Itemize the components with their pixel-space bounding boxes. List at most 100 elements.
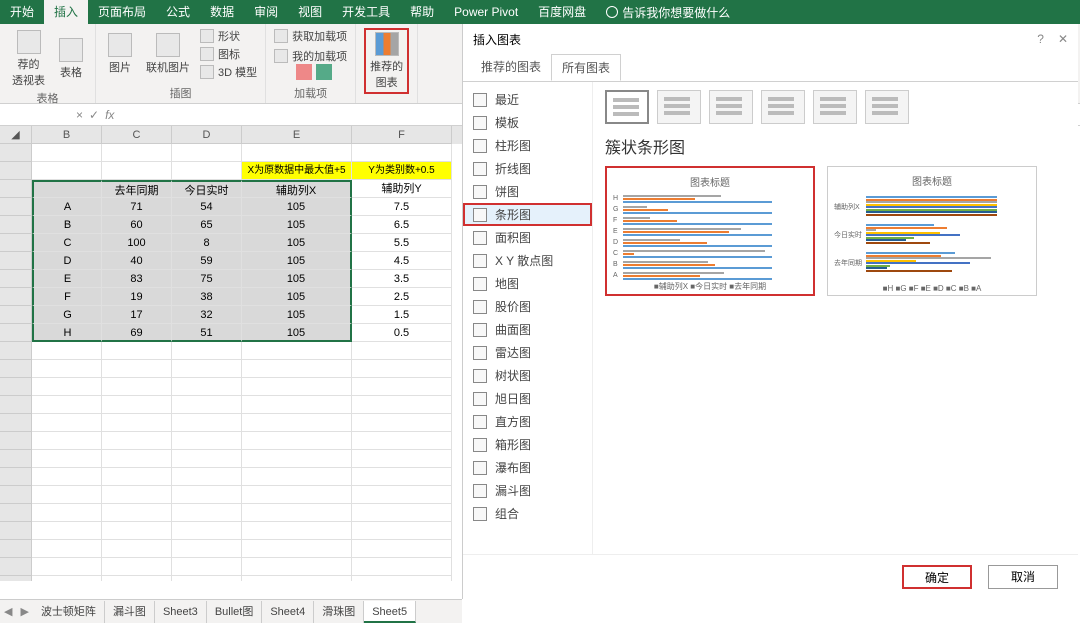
cell[interactable]: H	[32, 324, 102, 342]
chart-type-11[interactable]: 雷达图	[463, 341, 592, 364]
header-auxx[interactable]: 辅助列X	[242, 180, 352, 198]
tab-pagelayout[interactable]: 页面布局	[88, 0, 156, 24]
cell[interactable]: G	[32, 306, 102, 324]
subtype-3d-100stacked-bar[interactable]	[865, 90, 909, 124]
subtype-3d-clustered-bar[interactable]	[761, 90, 805, 124]
cell[interactable]: 105	[242, 306, 352, 324]
sheet-tab[interactable]: Sheet3	[155, 601, 207, 623]
cell[interactable]: 105	[242, 216, 352, 234]
sheet-nav-prev[interactable]: ◀	[0, 605, 16, 618]
chart-type-15[interactable]: 箱形图	[463, 433, 592, 456]
confirm-formula-icon[interactable]: ✓	[89, 108, 99, 122]
tab-insert[interactable]: 插入	[44, 0, 88, 24]
cell[interactable]: 54	[172, 198, 242, 216]
cell[interactable]: 7.5	[352, 198, 452, 216]
subtype-3d-stacked-bar[interactable]	[813, 90, 857, 124]
cell[interactable]: 69	[102, 324, 172, 342]
bing-icon[interactable]	[296, 64, 312, 80]
chart-type-16[interactable]: 瀑布图	[463, 456, 592, 479]
cell[interactable]: 105	[242, 270, 352, 288]
my-addins-button[interactable]: 我的加载项	[274, 48, 347, 64]
cell[interactable]: 105	[242, 324, 352, 342]
select-all-button[interactable]: ◢	[0, 126, 32, 144]
chart-type-5[interactable]: 条形图	[463, 203, 592, 226]
cell[interactable]: 2.5	[352, 288, 452, 306]
dialog-tab-recommended[interactable]: 推荐的图表	[471, 54, 551, 81]
chart-type-14[interactable]: 直方图	[463, 410, 592, 433]
cell[interactable]: C	[32, 234, 102, 252]
worksheet[interactable]: ◢ B C D E F X为原数据中最大值+5Y为类别数+0.5 去年同期今日实…	[0, 126, 462, 581]
cell[interactable]: B	[32, 216, 102, 234]
col-header-f[interactable]: F	[352, 126, 452, 144]
cell[interactable]: 3.5	[352, 270, 452, 288]
cell[interactable]: 1.5	[352, 306, 452, 324]
cell[interactable]: 38	[172, 288, 242, 306]
col-header-e[interactable]: E	[242, 126, 352, 144]
sheet-tab[interactable]: Bullet图	[207, 601, 263, 623]
cancel-formula-icon[interactable]: ×	[76, 108, 83, 122]
cell[interactable]: A	[32, 198, 102, 216]
icons-button[interactable]: 图标	[200, 46, 257, 62]
get-addins-button[interactable]: 获取加载项	[274, 28, 347, 44]
col-header-c[interactable]: C	[102, 126, 172, 144]
chart-type-7[interactable]: X Y 散点图	[463, 249, 592, 272]
cell[interactable]: 105	[242, 252, 352, 270]
chart-preview-1[interactable]: 图表标题 HGFEDCBA ■辅助列X ■今日实时 ■去年同期	[605, 166, 815, 296]
cell[interactable]: 6.5	[352, 216, 452, 234]
table-button[interactable]: 表格	[55, 36, 87, 82]
cell[interactable]: 59	[172, 252, 242, 270]
subtype-stacked-bar[interactable]	[657, 90, 701, 124]
cell[interactable]: 105	[242, 288, 352, 306]
chart-type-17[interactable]: 漏斗图	[463, 479, 592, 502]
tab-help[interactable]: 帮助	[400, 0, 444, 24]
sheet-tab[interactable]: Sheet4	[262, 601, 314, 623]
cell[interactable]: 51	[172, 324, 242, 342]
cell[interactable]: 32	[172, 306, 242, 324]
online-picture-button[interactable]: 联机图片	[142, 31, 194, 77]
dialog-tab-all[interactable]: 所有图表	[551, 54, 621, 81]
cell[interactable]: 4.5	[352, 252, 452, 270]
cell[interactable]: 19	[102, 288, 172, 306]
tab-home[interactable]: 开始	[0, 0, 44, 24]
cancel-button[interactable]: 取消	[988, 565, 1058, 589]
chart-preview-2[interactable]: 图表标题 辅助列X今日实时去年同期 ■H ■G ■F ■E ■D ■C ■B ■…	[827, 166, 1037, 296]
cell[interactable]: 71	[102, 198, 172, 216]
sheet-tab[interactable]: 滑珠图	[314, 601, 364, 623]
cell[interactable]: 105	[242, 198, 352, 216]
sheet-tab[interactable]: Sheet5	[364, 601, 416, 623]
cell[interactable]: 17	[102, 306, 172, 324]
cell[interactable]: 60	[102, 216, 172, 234]
cell[interactable]: 40	[102, 252, 172, 270]
note-f[interactable]: Y为类别数+0.5	[352, 162, 452, 180]
help-icon[interactable]: ?	[1037, 32, 1044, 46]
chart-type-2[interactable]: 柱形图	[463, 134, 592, 157]
chart-type-10[interactable]: 曲面图	[463, 318, 592, 341]
tab-devtools[interactable]: 开发工具	[332, 0, 400, 24]
cell[interactable]: D	[32, 252, 102, 270]
cell[interactable]: 83	[102, 270, 172, 288]
fx-icon[interactable]: fx	[105, 108, 114, 122]
tab-baidu[interactable]: 百度网盘	[528, 0, 596, 24]
cell[interactable]: 0.5	[352, 324, 452, 342]
chart-type-0[interactable]: 最近	[463, 88, 592, 111]
tab-formulas[interactable]: 公式	[156, 0, 200, 24]
sheet-tab[interactable]: 漏斗图	[105, 601, 155, 623]
pivot-table-button[interactable]: 荐的 透视表	[8, 28, 49, 90]
shapes-button[interactable]: 形状	[200, 28, 257, 44]
model3d-button[interactable]: 3D 模型	[200, 64, 257, 80]
ok-button[interactable]: 确定	[902, 565, 972, 589]
chart-type-8[interactable]: 地图	[463, 272, 592, 295]
sheet-nav-next[interactable]: ▶	[16, 605, 32, 618]
cell[interactable]: 5.5	[352, 234, 452, 252]
cell[interactable]: 75	[172, 270, 242, 288]
cell[interactable]: F	[32, 288, 102, 306]
col-header-b[interactable]: B	[32, 126, 102, 144]
chart-type-6[interactable]: 面积图	[463, 226, 592, 249]
tab-data[interactable]: 数据	[200, 0, 244, 24]
header-today[interactable]: 今日实时	[172, 180, 242, 198]
tab-powerpivot[interactable]: Power Pivot	[444, 0, 528, 24]
header-auxy[interactable]: 辅助列Y	[352, 180, 452, 198]
people-icon[interactable]	[316, 64, 332, 80]
chart-type-18[interactable]: 组合	[463, 502, 592, 525]
chart-type-3[interactable]: 折线图	[463, 157, 592, 180]
